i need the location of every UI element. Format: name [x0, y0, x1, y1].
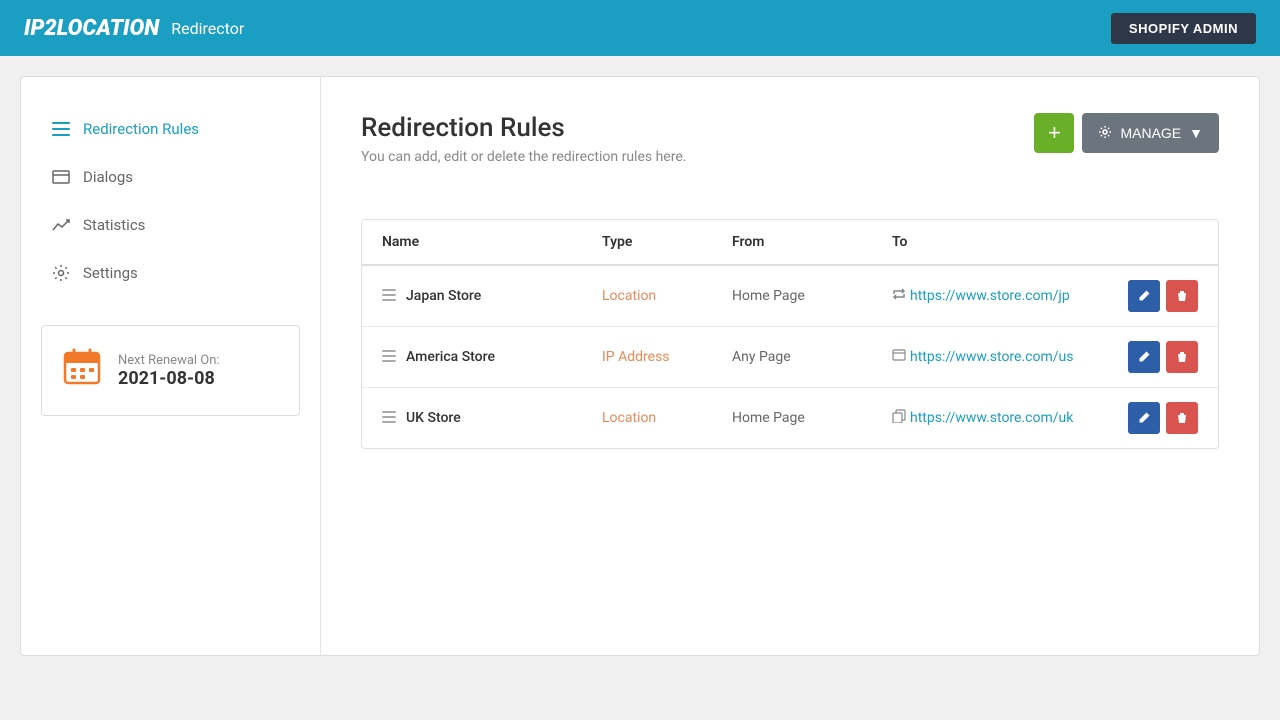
- row-url: https://www.store.com/us: [910, 349, 1073, 365]
- copy-icon: [892, 409, 906, 427]
- main-container: Redirection Rules Dialogs: [20, 76, 1260, 656]
- cell-to: https://www.store.com/jp: [892, 287, 1098, 305]
- edit-button[interactable]: [1128, 341, 1160, 373]
- table-row: UK Store Location Home Page https://www.…: [362, 388, 1218, 448]
- row-url: https://www.store.com/jp: [910, 288, 1070, 304]
- dialog-icon: [51, 167, 71, 187]
- manage-label: MANAGE: [1120, 125, 1181, 141]
- row-name: America Store: [406, 349, 495, 365]
- col-type: Type: [602, 234, 732, 250]
- table-header: Name Type From To: [362, 220, 1218, 266]
- cell-actions: [1098, 280, 1198, 312]
- window-icon: [892, 349, 906, 365]
- sidebar-item-redirection-rules[interactable]: Redirection Rules: [41, 107, 300, 151]
- row-url: https://www.store.com/uk: [910, 410, 1073, 426]
- delete-button[interactable]: [1166, 341, 1198, 373]
- col-name: Name: [382, 234, 602, 250]
- edit-button[interactable]: [1128, 280, 1160, 312]
- page-header: Redirection Rules You can add, edit or d…: [361, 113, 686, 195]
- sidebar-item-settings[interactable]: Settings: [41, 251, 300, 295]
- app-header: IP2LOCATION Redirector SHOPIFY ADMIN: [0, 0, 1280, 56]
- row-name: Japan Store: [406, 288, 481, 304]
- toolbar: + MANAGE ▼: [1034, 113, 1219, 153]
- renewal-info: Next Renewal On: 2021-08-08: [118, 353, 220, 389]
- renewal-card: Next Renewal On: 2021-08-08: [41, 325, 300, 416]
- renewal-label: Next Renewal On:: [118, 353, 220, 368]
- list-icon: [51, 119, 71, 139]
- sidebar-item-label: Settings: [83, 264, 138, 282]
- table-row: America Store IP Address Any Page https:…: [362, 327, 1218, 388]
- renewal-date: 2021-08-08: [118, 368, 220, 389]
- chart-icon: [51, 215, 71, 235]
- sidebar: Redirection Rules Dialogs: [21, 77, 321, 655]
- gear-icon: [1098, 125, 1112, 142]
- manage-button[interactable]: MANAGE ▼: [1082, 113, 1219, 153]
- page-subtitle: You can add, edit or delete the redirect…: [361, 149, 686, 165]
- cell-to: https://www.store.com/us: [892, 349, 1098, 365]
- cell-actions: [1098, 341, 1198, 373]
- brand: IP2LOCATION Redirector: [24, 16, 244, 41]
- sidebar-nav: Redirection Rules Dialogs: [41, 107, 300, 295]
- cell-name: America Store: [382, 349, 602, 365]
- sidebar-item-label: Statistics: [83, 216, 145, 234]
- sidebar-item-label: Redirection Rules: [83, 120, 199, 138]
- sidebar-item-label: Dialogs: [83, 168, 133, 186]
- add-rule-button[interactable]: +: [1034, 113, 1074, 153]
- edit-button[interactable]: [1128, 402, 1160, 434]
- main-content: Redirection Rules You can add, edit or d…: [321, 77, 1259, 655]
- col-from: From: [732, 234, 892, 250]
- col-to: To: [892, 234, 1098, 250]
- cell-to: https://www.store.com/uk: [892, 409, 1098, 427]
- cell-name: Japan Store: [382, 288, 602, 304]
- col-actions: [1098, 234, 1198, 250]
- app-subtitle: Redirector: [171, 19, 244, 38]
- cell-type: Location: [602, 288, 732, 304]
- rules-table: Name Type From To Japan Store: [361, 219, 1219, 449]
- sidebar-item-dialogs[interactable]: Dialogs: [41, 155, 300, 199]
- cell-type: Location: [602, 410, 732, 426]
- cell-from: Home Page: [732, 410, 892, 426]
- cell-from: Any Page: [732, 349, 892, 365]
- delete-button[interactable]: [1166, 402, 1198, 434]
- calendar-icon: [62, 346, 102, 395]
- cell-type: IP Address: [602, 349, 732, 365]
- drag-handle-icon: [382, 289, 396, 304]
- shopify-admin-button[interactable]: SHOPIFY ADMIN: [1111, 13, 1256, 44]
- cell-actions: [1098, 402, 1198, 434]
- table-row: Japan Store Location Home Page https://w…: [362, 266, 1218, 327]
- chevron-down-icon: ▼: [1189, 125, 1203, 141]
- drag-handle-icon: [382, 411, 396, 426]
- redirect-icon: [892, 287, 906, 305]
- page-title: Redirection Rules: [361, 113, 686, 143]
- cell-name: UK Store: [382, 410, 602, 426]
- drag-handle-icon: [382, 350, 396, 365]
- delete-button[interactable]: [1166, 280, 1198, 312]
- row-name: UK Store: [406, 410, 461, 426]
- sidebar-item-statistics[interactable]: Statistics: [41, 203, 300, 247]
- settings-icon: [51, 263, 71, 283]
- logo: IP2LOCATION: [24, 16, 159, 41]
- cell-from: Home Page: [732, 288, 892, 304]
